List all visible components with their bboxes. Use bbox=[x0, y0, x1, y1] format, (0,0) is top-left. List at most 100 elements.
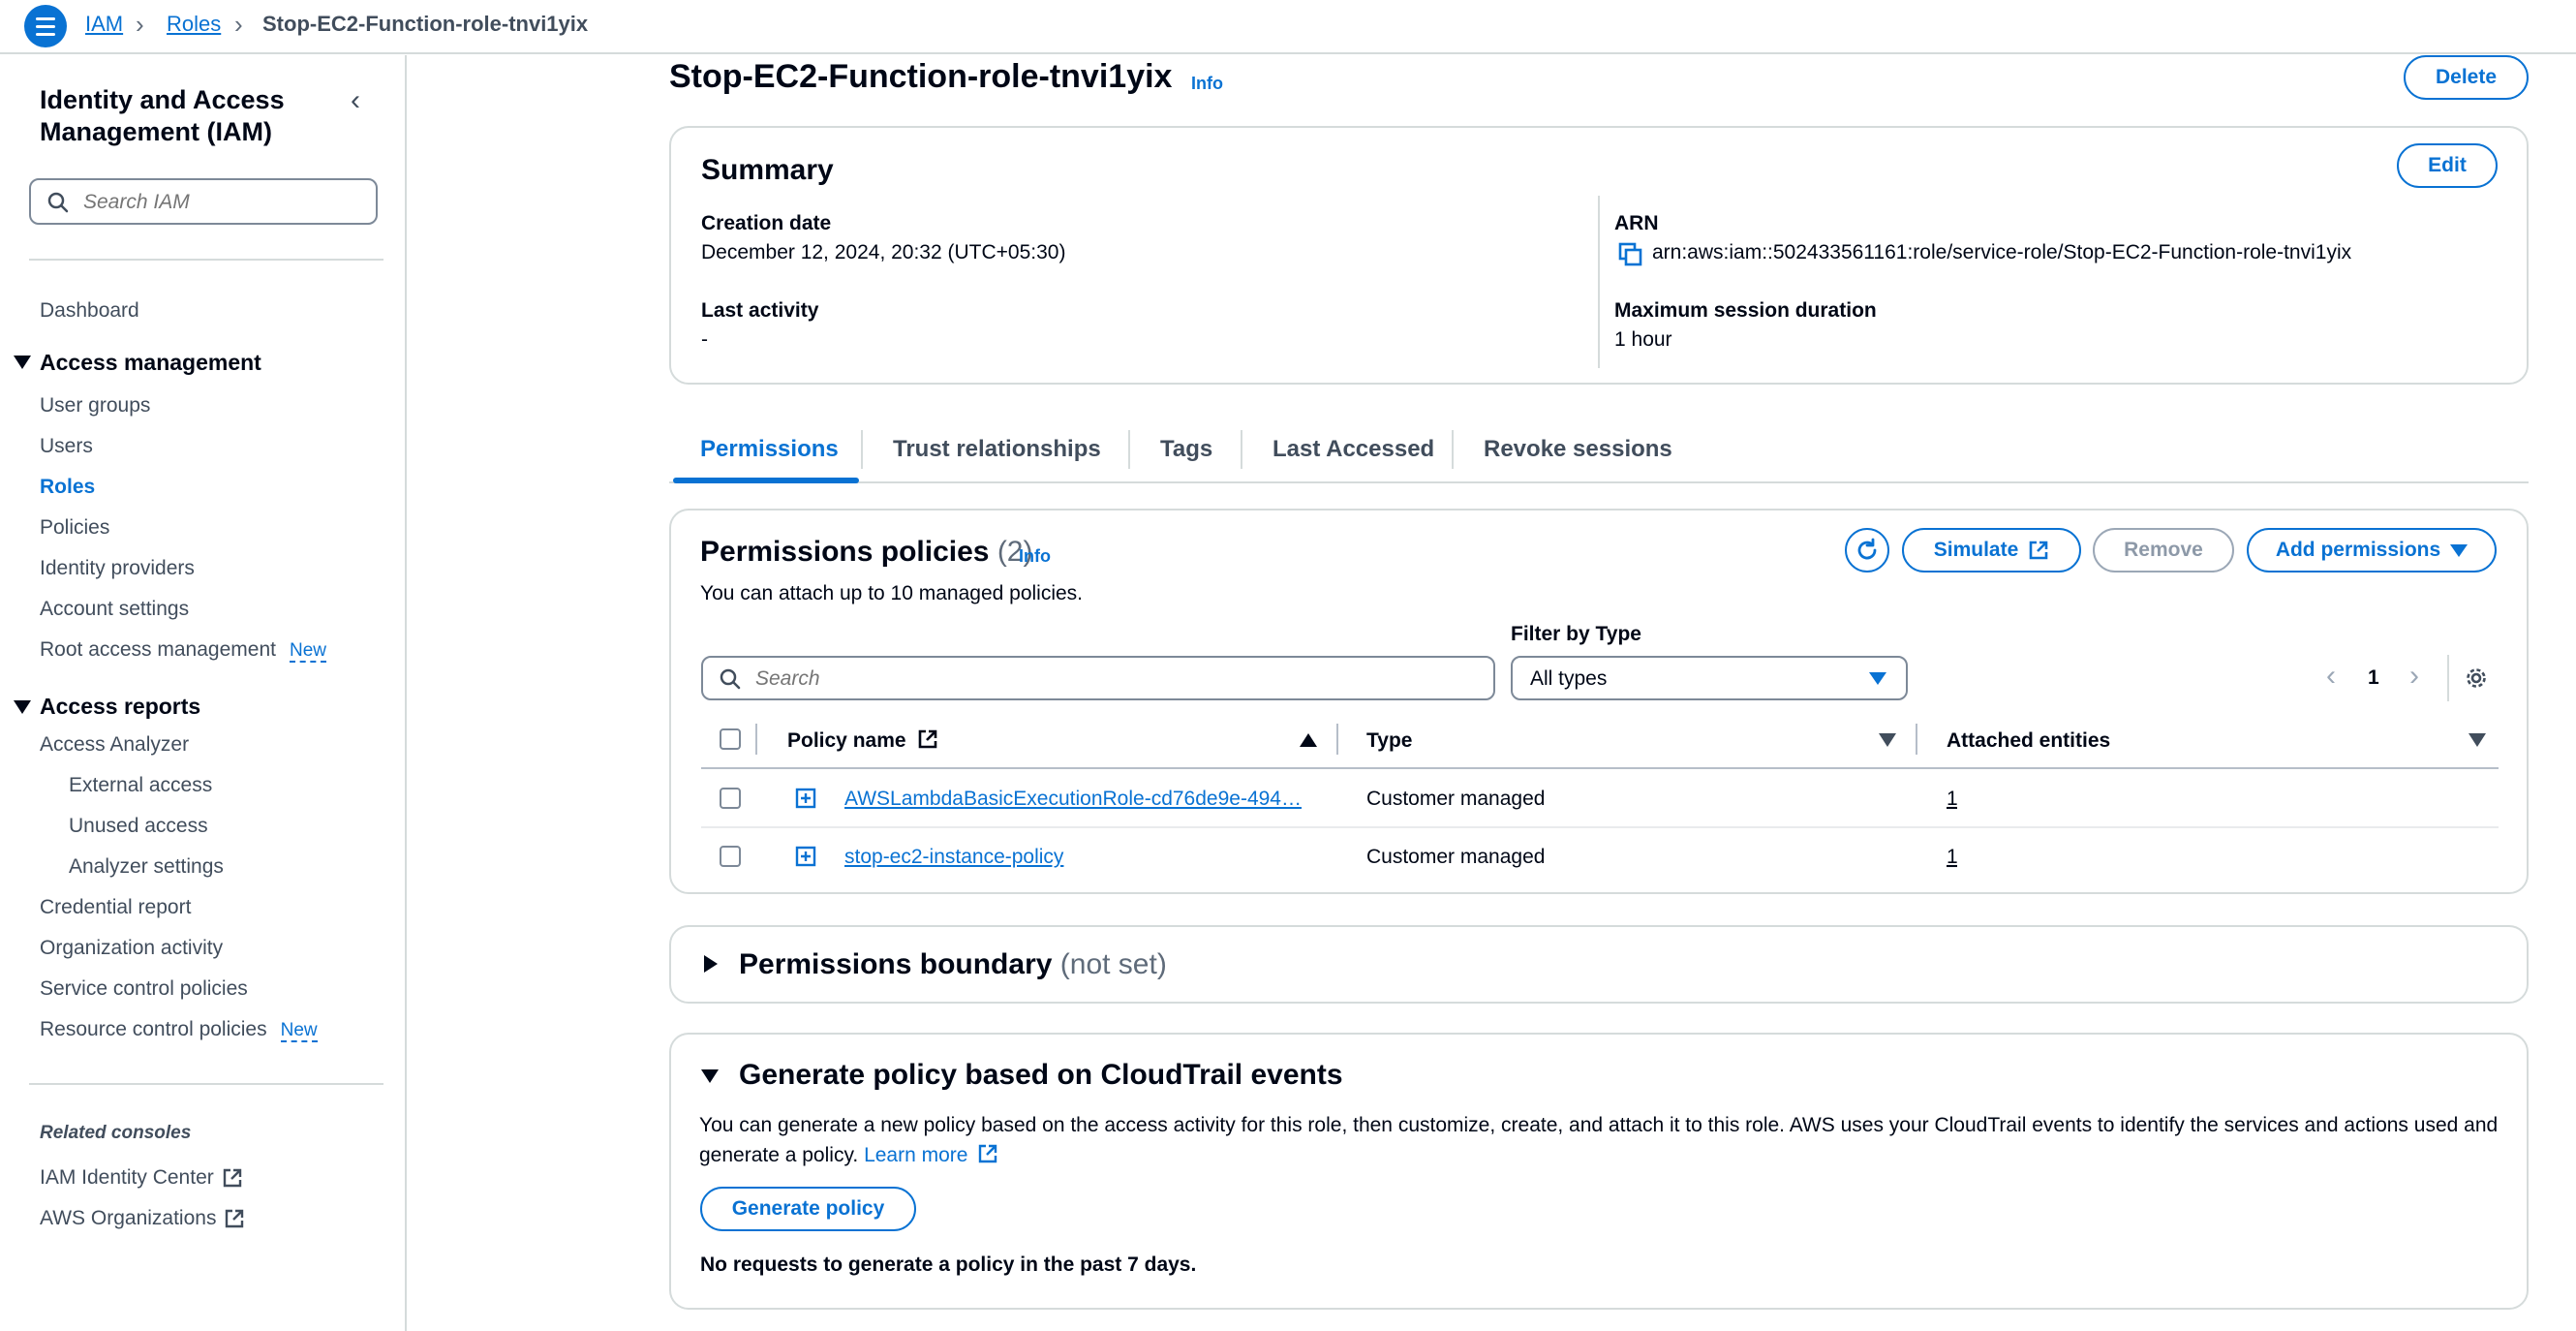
delete-button[interactable]: Delete bbox=[2404, 55, 2529, 100]
page-number[interactable]: 1 bbox=[2368, 666, 2379, 690]
sidebar-item-label: AWS Organizations bbox=[40, 1207, 217, 1229]
sidebar-item-iam-identity-center[interactable]: IAM Identity Center bbox=[40, 1166, 243, 1190]
breadcrumb-roles[interactable]: Roles bbox=[167, 12, 221, 37]
attached-entities-count[interactable]: 1 bbox=[1947, 788, 1958, 811]
sort-ascending-icon[interactable] bbox=[1300, 733, 1317, 747]
sidebar-search-input[interactable] bbox=[83, 188, 364, 217]
summary-card: Summary Edit Creation date December 12, … bbox=[669, 126, 2529, 385]
permissions-policies-label: Permissions policies bbox=[700, 536, 990, 568]
chevron-right-icon: › bbox=[136, 10, 144, 39]
column-header-policy-name[interactable]: Policy name bbox=[787, 728, 938, 753]
permissions-boundary-title[interactable]: Permissions boundary (not set) bbox=[739, 948, 1167, 981]
filter-type-select[interactable]: All types bbox=[1511, 656, 1908, 700]
sidebar-section-access-management[interactable]: Access management bbox=[40, 350, 261, 376]
sort-icon[interactable] bbox=[2469, 733, 2486, 747]
breadcrumb-current: Stop-EC2-Function-role-tnvi1yix bbox=[262, 12, 589, 36]
search-icon bbox=[720, 668, 741, 690]
next-page-icon[interactable]: › bbox=[2409, 660, 2419, 693]
sidebar-item-service-control-policies[interactable]: Service control policies bbox=[40, 977, 248, 1001]
copy-icon[interactable] bbox=[1618, 242, 1643, 267]
collapse-sidebar-icon[interactable]: ‹ bbox=[351, 84, 360, 117]
sidebar-item-user-groups[interactable]: User groups bbox=[40, 394, 150, 418]
sidebar-item-access-analyzer[interactable]: Access Analyzer bbox=[40, 733, 189, 757]
tab-divider bbox=[861, 430, 863, 469]
arn-value: arn:aws:iam::502433561161:role/service-r… bbox=[1652, 241, 2352, 263]
sidebar-item-users[interactable]: Users bbox=[40, 435, 93, 458]
tab-permissions[interactable]: Permissions bbox=[700, 436, 839, 463]
expand-triangle-icon[interactable] bbox=[14, 356, 31, 369]
external-link-icon bbox=[2029, 541, 2048, 560]
sidebar-item-unused-access[interactable]: Unused access bbox=[69, 815, 208, 838]
permissions-boundary-card[interactable]: Permissions boundary (not set) bbox=[669, 925, 2529, 1004]
sidebar-item-identity-providers[interactable]: Identity providers bbox=[40, 557, 195, 580]
page-title: Stop-EC2-Function-role-tnvi1yix bbox=[669, 58, 1173, 95]
row-checkbox[interactable] bbox=[720, 846, 741, 867]
sidebar-search[interactable] bbox=[29, 178, 378, 225]
sidebar-item-dashboard[interactable]: Dashboard bbox=[40, 299, 139, 323]
sidebar-item-credential-report[interactable]: Credential report bbox=[40, 896, 191, 919]
sidebar-item-resource-control-policies[interactable]: Resource control policies New bbox=[40, 1018, 318, 1042]
sort-icon[interactable] bbox=[1879, 733, 1896, 747]
sidebar-item-roles[interactable]: Roles bbox=[40, 476, 95, 499]
policy-type: Customer managed bbox=[1366, 788, 1546, 810]
row-checkbox[interactable] bbox=[720, 788, 741, 809]
expand-triangle-icon[interactable] bbox=[704, 955, 718, 973]
learn-more-link[interactable]: Learn more bbox=[864, 1144, 998, 1166]
search-icon bbox=[47, 192, 69, 213]
tab-tags[interactable]: Tags bbox=[1160, 436, 1212, 463]
policy-search[interactable] bbox=[701, 656, 1495, 700]
sidebar-item-external-access[interactable]: External access bbox=[69, 774, 212, 797]
sidebar-section-access-reports[interactable]: Access reports bbox=[40, 694, 200, 720]
active-tab-indicator bbox=[673, 478, 859, 483]
refresh-button[interactable] bbox=[1845, 528, 1889, 573]
expand-row-icon[interactable] bbox=[795, 788, 816, 809]
expand-triangle-icon[interactable] bbox=[14, 700, 31, 714]
tab-revoke-sessions[interactable]: Revoke sessions bbox=[1484, 436, 1672, 463]
sidebar-item-label: Resource control policies bbox=[40, 1018, 267, 1040]
sidebar-title[interactable]: Identity and Access Management (IAM) bbox=[40, 84, 350, 148]
edit-button[interactable]: Edit bbox=[2397, 143, 2498, 188]
menu-icon[interactable] bbox=[24, 5, 67, 47]
gear-icon[interactable] bbox=[2464, 666, 2489, 691]
sidebar-item-policies[interactable]: Policies bbox=[40, 516, 109, 540]
column-header-attached-entities[interactable]: Attached entities bbox=[1947, 729, 2110, 753]
column-divider bbox=[1598, 196, 1600, 368]
tab-divider bbox=[1452, 430, 1454, 469]
column-header-label: Policy name bbox=[787, 729, 906, 752]
add-permissions-button[interactable]: Add permissions bbox=[2247, 528, 2497, 573]
collapse-triangle-icon[interactable] bbox=[701, 1069, 719, 1083]
filter-type-value: All types bbox=[1530, 667, 1608, 690]
info-link[interactable]: Info bbox=[1191, 74, 1223, 94]
select-all-checkbox[interactable] bbox=[720, 728, 741, 750]
column-header-type[interactable]: Type bbox=[1366, 729, 1412, 753]
sidebar-item-account-settings[interactable]: Account settings bbox=[40, 598, 189, 621]
sidebar-item-root-access-management[interactable]: Root access management New bbox=[40, 638, 326, 663]
policy-search-input[interactable] bbox=[755, 666, 1472, 693]
generate-policy-button[interactable]: Generate policy bbox=[700, 1187, 916, 1231]
caret-down-icon bbox=[2450, 543, 2469, 557]
generate-policy-title[interactable]: Generate policy based on CloudTrail even… bbox=[739, 1059, 1343, 1092]
simulate-button[interactable]: Simulate bbox=[1902, 528, 2081, 573]
breadcrumb-iam[interactable]: IAM bbox=[85, 12, 123, 37]
expand-row-icon[interactable] bbox=[795, 846, 816, 867]
sidebar-item-analyzer-settings[interactable]: Analyzer settings bbox=[69, 855, 224, 879]
policy-type: Customer managed bbox=[1366, 846, 1546, 868]
sidebar-item-organization-activity[interactable]: Organization activity bbox=[40, 937, 223, 960]
policy-name-link[interactable]: AWSLambdaBasicExecutionRole-cd76de9e-494… bbox=[844, 788, 1302, 811]
filter-by-type-label: Filter by Type bbox=[1511, 623, 1641, 645]
remove-button[interactable]: Remove bbox=[2093, 528, 2234, 573]
tab-last-accessed[interactable]: Last Accessed bbox=[1273, 436, 1434, 463]
tab-trust-relationships[interactable]: Trust relationships bbox=[893, 436, 1101, 463]
attached-entities-count[interactable]: 1 bbox=[1947, 846, 1958, 869]
caret-down-icon bbox=[1869, 672, 1886, 685]
policy-name-link[interactable]: stop-ec2-instance-policy bbox=[844, 846, 1063, 869]
sidebar-item-label: IAM Identity Center bbox=[40, 1166, 214, 1189]
previous-page-icon[interactable]: ‹ bbox=[2326, 660, 2336, 693]
sidebar-item-aws-organizations[interactable]: AWS Organizations bbox=[40, 1207, 245, 1230]
max-session-label: Maximum session duration bbox=[1614, 299, 1877, 322]
info-link[interactable]: Info bbox=[1019, 546, 1051, 567]
summary-title: Summary bbox=[701, 154, 834, 186]
column-divider bbox=[1916, 724, 1917, 755]
sidebar: Identity and Access Management (IAM) ‹ D… bbox=[0, 55, 407, 1331]
tab-divider bbox=[1128, 430, 1130, 469]
